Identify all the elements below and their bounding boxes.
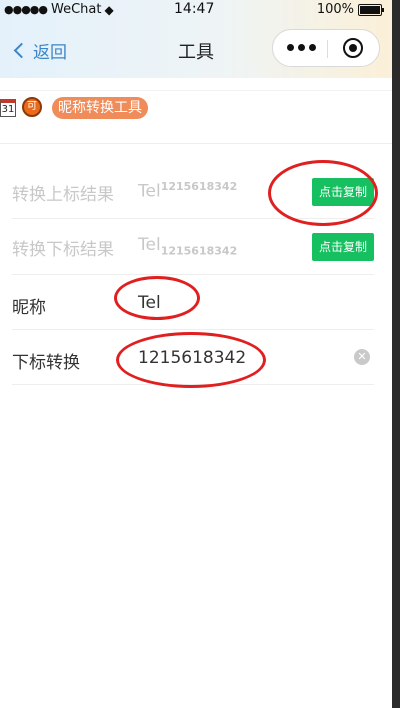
subscript-result-label: 转换下标结果 [12,240,114,260]
subscript-input-label: 下标转换 [12,353,80,373]
window-edge [392,0,400,708]
signal-icon: ●●●●● [4,3,48,16]
annotation-circle [114,276,200,320]
tool-header-bar: 31 可 昵称转换工具 [0,90,392,144]
copy-subscript-button[interactable]: 点击复制 [312,233,374,261]
nickname-label: 昵称 [12,298,46,318]
annotation-circle [116,332,266,388]
capsule-divider [327,40,328,58]
superscript-result-value: Tel1215618342 [138,180,238,202]
app-header: ●●●●● WeChat ◆ 14:47 100% 返回 工具 [0,0,392,78]
badge-icon: 可 [22,97,42,117]
carrier-label: WeChat [51,2,102,17]
annotation-circle [268,160,378,226]
battery-icon [358,3,384,16]
subscript-result-row: 转换下标结果 Tel1215618342 点击复制 [12,219,374,275]
close-target-icon[interactable] [343,38,363,58]
battery-level: 100% [316,2,354,17]
status-bar: ●●●●● WeChat ◆ 14:47 100% [0,0,392,20]
tool-name-tag: 昵称转换工具 [52,97,148,119]
clear-icon[interactable]: ✕ [354,349,370,365]
clock: 14:47 [174,1,215,17]
wifi-icon: ◆ [104,2,114,17]
calendar-icon: 31 [0,99,16,117]
subscript-result-value: Tel1215618342 [138,235,238,258]
more-icon[interactable] [287,44,320,51]
superscript-result-label: 转换上标结果 [12,185,114,205]
miniprogram-capsule [272,29,380,67]
